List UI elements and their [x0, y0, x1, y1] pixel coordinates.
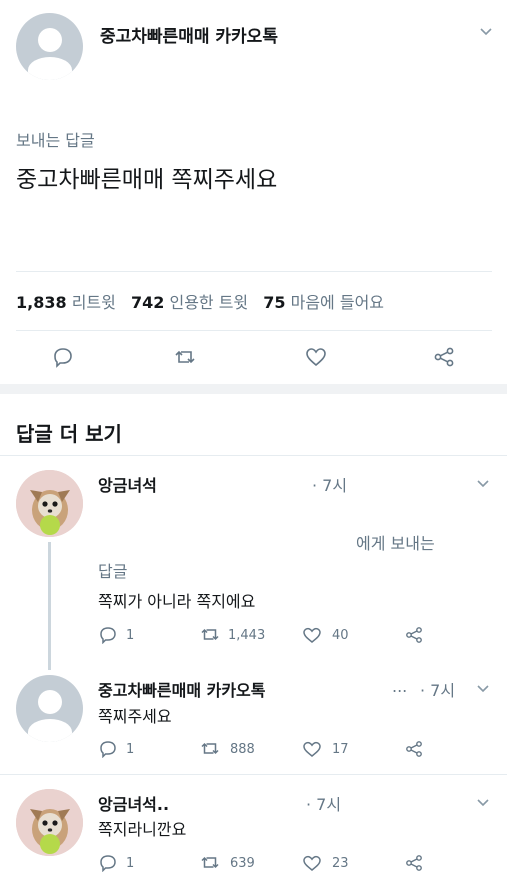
like-icon[interactable] [302, 854, 322, 872]
retweets-count[interactable]: 1,838 [16, 293, 67, 312]
retweet-icon[interactable] [174, 346, 196, 368]
likes-label[interactable]: 마음에 들어요 [291, 293, 384, 312]
reply-time[interactable]: · 7시 [306, 791, 341, 815]
like-count: 17 [332, 742, 349, 757]
reply-time[interactable]: · 7시 [420, 677, 455, 701]
more-replies-heading: 답글 더 보기 [16, 422, 122, 446]
reply-count: 1 [126, 628, 135, 643]
retweet-icon[interactable] [200, 854, 220, 872]
reply-time[interactable]: · 7시 [312, 472, 347, 496]
quotes-count[interactable]: 742 [131, 293, 164, 312]
author-display-name[interactable]: 중고차빠른매매 카카오톡 [100, 22, 278, 47]
share-icon[interactable] [404, 626, 424, 644]
retweet-count: 888 [230, 742, 255, 757]
reply-author-avatar[interactable] [16, 675, 83, 742]
divider [0, 455, 507, 456]
retweet-icon[interactable] [200, 626, 220, 644]
replier-avatar[interactable] [16, 470, 83, 537]
tweet-text: 중고차빠른매매 쪽찌주세요 [16, 167, 278, 193]
reply-text: 쪽찌주세요 [98, 707, 172, 726]
like-count: 40 [332, 628, 349, 643]
retweet-count: 639 [230, 856, 255, 871]
thread-line [48, 542, 51, 670]
quotes-label[interactable]: 인용한 트윗 [169, 293, 248, 312]
reply-count: 1 [126, 856, 135, 871]
reply-to-label-line2: 답글 [98, 562, 128, 581]
reply-icon[interactable] [98, 854, 118, 872]
reply-count: 1 [126, 742, 135, 757]
retweets-label[interactable]: 리트윗 [72, 293, 116, 312]
likes-count[interactable]: 75 [263, 293, 285, 312]
reply-icon[interactable] [98, 626, 118, 644]
section-separator [0, 384, 507, 394]
chevron-down-icon[interactable] [476, 795, 490, 809]
chevron-down-icon[interactable] [479, 24, 493, 38]
reply-to-label: 에게 보내는 [356, 534, 435, 553]
reply-text: 쪽지라니깐요 [98, 820, 187, 839]
share-icon[interactable] [404, 740, 424, 758]
author-avatar[interactable] [16, 13, 83, 80]
reply-ellipsis: ... [392, 677, 408, 696]
reply-author-name[interactable]: 중고차빠른매매 카카오톡 [98, 677, 310, 701]
tweet-stats: 1,838 리트윗 742 인용한 트윗 75 마음에 들어요 [16, 289, 384, 313]
divider [16, 330, 492, 331]
retweet-icon[interactable] [200, 740, 220, 758]
like-icon[interactable] [302, 626, 322, 644]
like-icon[interactable] [302, 740, 322, 758]
reply-label: 보내는 답글 [16, 131, 95, 150]
divider [0, 774, 507, 775]
replier-avatar[interactable] [16, 789, 83, 856]
reply-icon[interactable] [98, 740, 118, 758]
reply-text: 쪽찌가 아니라 쪽지에요 [98, 592, 256, 611]
chevron-down-icon[interactable] [476, 476, 490, 490]
retweet-count: 1,443 [228, 628, 266, 643]
reply-author-name[interactable]: 앙금녀석.. [98, 791, 169, 815]
like-icon[interactable] [305, 346, 327, 368]
share-icon[interactable] [433, 346, 455, 368]
like-count: 23 [332, 856, 349, 871]
reply-author-name[interactable]: 앙금녀석 [98, 472, 157, 496]
chevron-down-icon[interactable] [476, 681, 490, 695]
share-icon[interactable] [404, 854, 424, 872]
reply-icon[interactable] [52, 346, 74, 368]
divider [16, 271, 492, 272]
